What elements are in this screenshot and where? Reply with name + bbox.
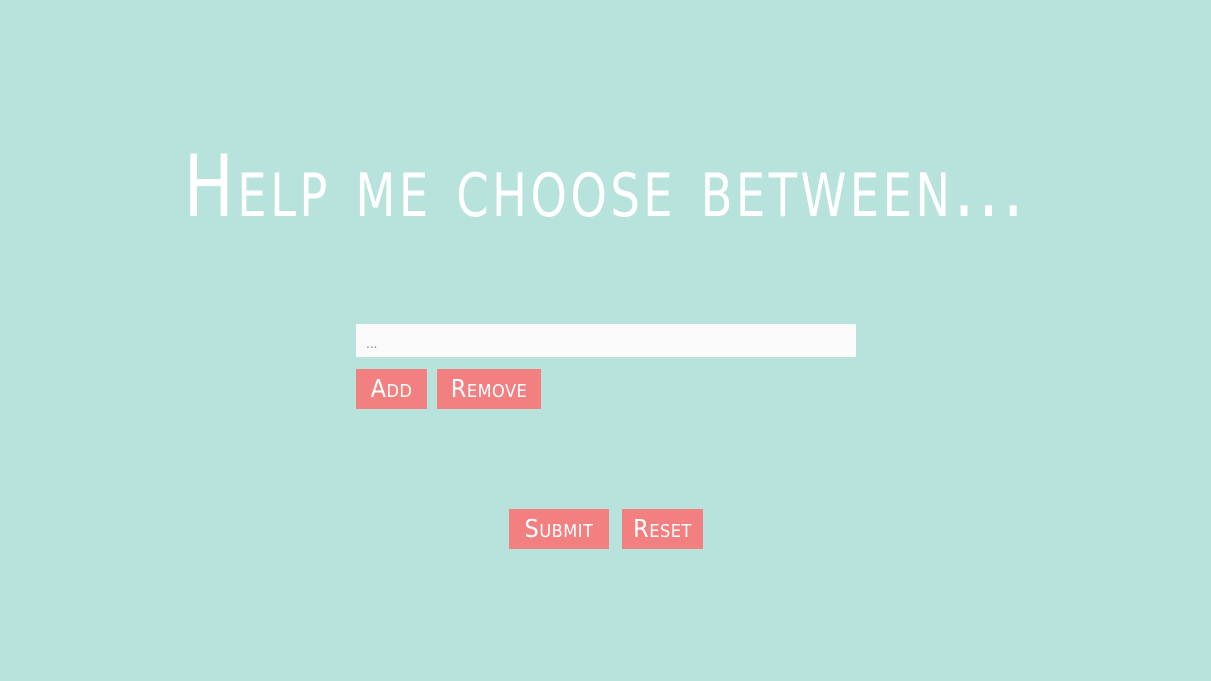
remove-button[interactable]: Remove bbox=[437, 369, 541, 409]
option-input[interactable] bbox=[356, 324, 856, 357]
add-button[interactable]: Add bbox=[356, 369, 427, 409]
submit-button[interactable]: Submit bbox=[509, 509, 609, 549]
reset-button[interactable]: Reset bbox=[622, 509, 703, 549]
page-title: Help me choose between... bbox=[183, 137, 1028, 237]
